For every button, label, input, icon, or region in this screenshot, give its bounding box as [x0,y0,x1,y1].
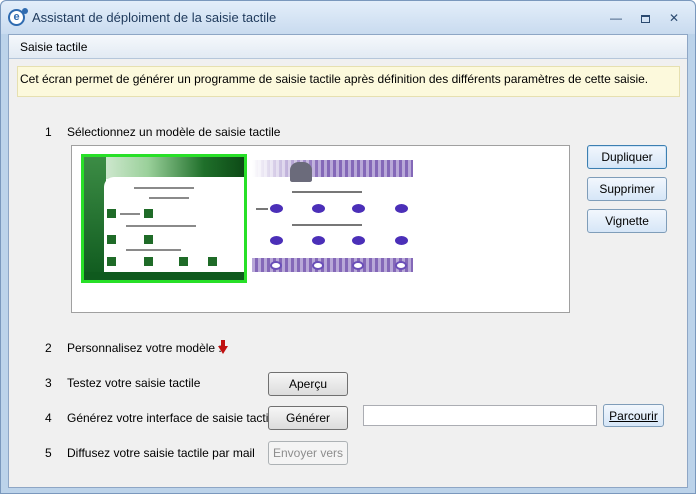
wizard-window: e Assistant de déploiment de la saisie t… [0,0,696,494]
step-number-4: 4 [45,411,52,425]
step-label-2: Personnalisez votre modèle : [67,341,222,355]
thumbnail-button[interactable]: Vignette [587,209,667,233]
output-path-input[interactable] [363,405,597,426]
model-gallery[interactable] [71,145,570,313]
step-number-3: 3 [45,376,52,390]
section-title: Saisie tactile [20,40,88,54]
info-text: Cet écran permet de générer un programme… [20,72,649,86]
send-to-button[interactable]: Envoyer vers [268,441,348,465]
step-label-3: Testez votre saisie tactile [67,376,201,390]
duplicate-button[interactable]: Dupliquer [587,145,667,169]
title-bar[interactable]: e Assistant de déploiment de la saisie t… [1,1,695,34]
wizard-content: Saisie tactile Cet écran permet de génér… [8,34,688,488]
app-icon: e [8,8,28,26]
step-label-4: Générez votre interface de saisie tactil… [67,411,278,425]
maximize-icon[interactable] [634,9,656,27]
step-label-1: Sélectionnez un modèle de saisie tactile [67,125,281,139]
model-thumbnail-green[interactable] [81,154,247,283]
step-label-5: Diffusez votre saisie tactile par mail [67,446,255,460]
close-icon[interactable]: ✕ [663,9,685,27]
window-title: Assistant de déploiment de la saisie tac… [32,10,277,25]
step-number-2: 2 [45,341,52,355]
delete-button[interactable]: Supprimer [587,177,667,201]
minimize-icon[interactable]: — [605,9,627,27]
step-number-5: 5 [45,446,52,460]
step-number-1: 1 [45,125,52,139]
browse-button-label: Parcourir [609,409,658,423]
info-message: Cet écran permet de générer un programme… [17,66,680,97]
model-thumbnail-purple[interactable] [252,160,413,272]
generate-button[interactable]: Générer [268,406,348,430]
browse-button[interactable]: Parcourir [603,404,664,427]
section-header: Saisie tactile [9,35,687,59]
preview-button[interactable]: Aperçu [268,372,348,396]
arrow-down-icon[interactable] [218,340,228,354]
